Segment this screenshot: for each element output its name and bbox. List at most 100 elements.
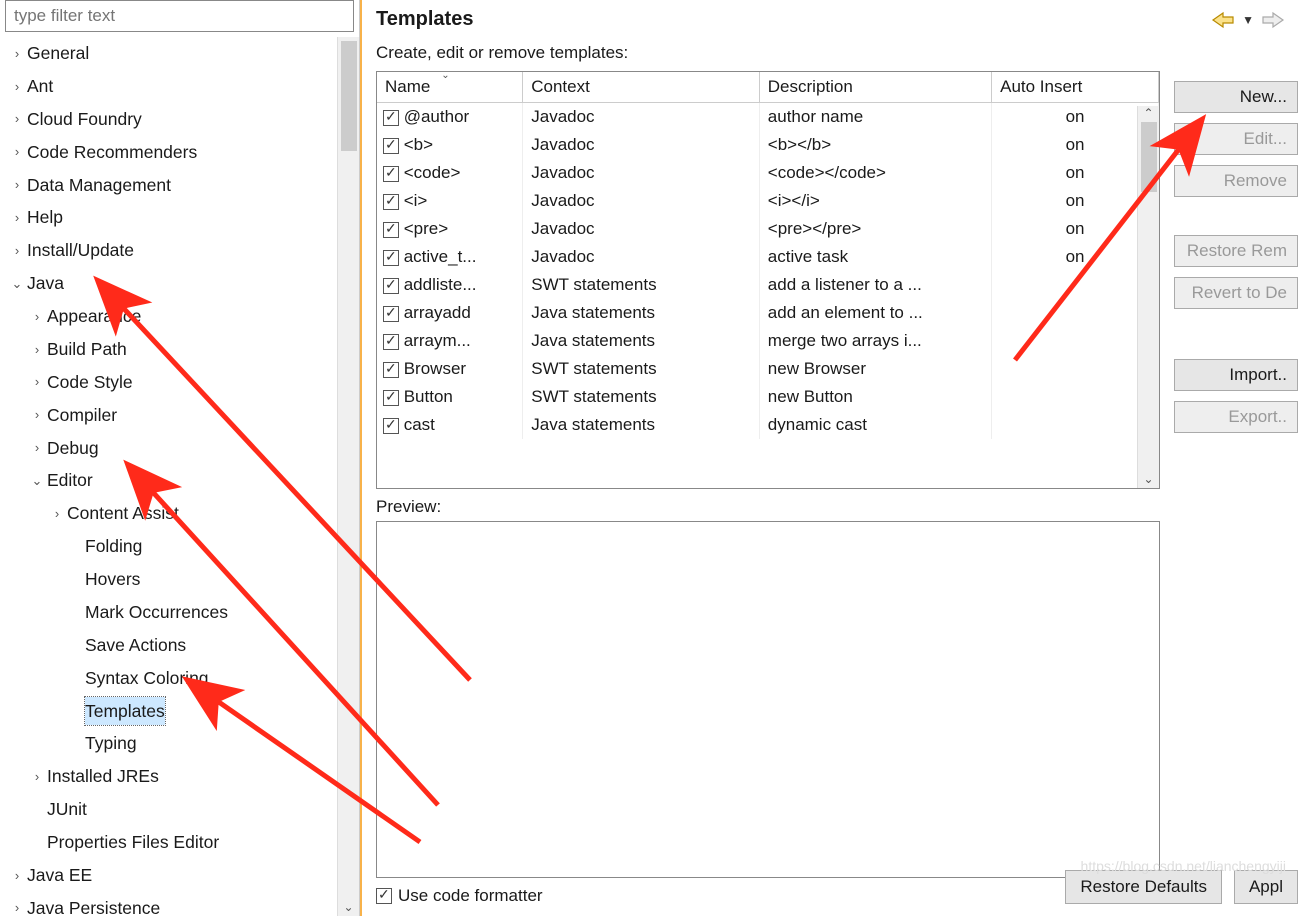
cell-name: active_t...	[399, 247, 476, 266]
scroll-down-arrow-icon[interactable]: ⌄	[343, 900, 353, 914]
expand-closed-icon[interactable]: ›	[10, 108, 24, 129]
tree-item-general[interactable]: ›General	[0, 37, 339, 70]
tree-item-install-update[interactable]: ›Install/Update	[0, 234, 339, 267]
import-button[interactable]: Import..	[1174, 359, 1298, 391]
tree-item-java[interactable]: ⌄Java	[0, 267, 339, 300]
tree-item-folding[interactable]: Folding	[0, 530, 339, 563]
table-row[interactable]: <i>Javadoc<i></i>on	[377, 187, 1159, 215]
expand-closed-icon[interactable]: ›	[50, 503, 64, 524]
tree-item-java-persistence[interactable]: ›Java Persistence	[0, 892, 339, 916]
back-arrow-icon[interactable]	[1210, 10, 1236, 30]
expand-closed-icon[interactable]: ›	[30, 766, 44, 787]
revert-button[interactable]: Revert to De	[1174, 277, 1298, 309]
expand-closed-icon[interactable]: ›	[10, 240, 24, 261]
row-checkbox[interactable]	[383, 390, 399, 406]
cell-auto-insert	[992, 271, 1159, 299]
expand-closed-icon[interactable]: ›	[10, 76, 24, 97]
table-row[interactable]: <b>Javadoc<b></b>on	[377, 131, 1159, 159]
restore-removed-button[interactable]: Restore Rem	[1174, 235, 1298, 267]
apply-button[interactable]: Appl	[1234, 870, 1298, 904]
cell-description: author name	[759, 103, 991, 132]
table-row[interactable]: ButtonSWT statementsnew Button	[377, 383, 1159, 411]
scroll-up-arrow-icon[interactable]: ⌃	[1138, 106, 1159, 120]
tree-item-mark-occurrences[interactable]: Mark Occurrences	[0, 596, 339, 629]
row-checkbox[interactable]	[383, 250, 399, 266]
tree-item-code-recommenders[interactable]: ›Code Recommenders	[0, 136, 339, 169]
row-checkbox[interactable]	[383, 278, 399, 294]
expand-closed-icon[interactable]: ›	[10, 43, 24, 64]
dropdown-arrow-icon[interactable]: ▼	[1242, 13, 1254, 27]
table-row[interactable]: active_t...Javadocactive taskon	[377, 243, 1159, 271]
tree-item-compiler[interactable]: ›Compiler	[0, 399, 339, 432]
row-checkbox[interactable]	[383, 306, 399, 322]
scrollbar-thumb[interactable]	[341, 41, 357, 151]
table-row[interactable]: BrowserSWT statementsnew Browser	[377, 355, 1159, 383]
expand-closed-icon[interactable]: ›	[30, 404, 44, 425]
table-row[interactable]: arrayaddJava statementsadd an element to…	[377, 299, 1159, 327]
col-description[interactable]: Description	[759, 72, 991, 103]
row-checkbox[interactable]	[383, 418, 399, 434]
tree-item-java-ee[interactable]: ›Java EE	[0, 859, 339, 892]
tree-item-properties-files-editor[interactable]: Properties Files Editor	[0, 826, 339, 859]
col-auto-insert[interactable]: Auto Insert	[992, 72, 1159, 103]
tree-item-junit[interactable]: JUnit	[0, 793, 339, 826]
tree-scrollbar[interactable]: ⌄	[337, 37, 359, 916]
row-checkbox[interactable]	[383, 334, 399, 350]
tree-item-hovers[interactable]: Hovers	[0, 563, 339, 596]
tree-item-editor[interactable]: ⌄Editor	[0, 464, 339, 497]
export-button[interactable]: Export..	[1174, 401, 1298, 433]
tree-item-typing[interactable]: Typing	[0, 727, 339, 760]
table-scrollbar[interactable]: ⌃ ⌄	[1137, 106, 1159, 488]
expand-closed-icon[interactable]: ›	[10, 207, 24, 228]
expand-closed-icon[interactable]: ›	[10, 897, 24, 916]
col-name[interactable]: Name⌄	[377, 72, 523, 103]
row-checkbox[interactable]	[383, 166, 399, 182]
tree-item-debug[interactable]: ›Debug	[0, 432, 339, 465]
col-context[interactable]: Context	[523, 72, 760, 103]
row-checkbox[interactable]	[383, 362, 399, 378]
use-formatter-checkbox[interactable]	[376, 888, 392, 904]
tree-item-build-path[interactable]: ›Build Path	[0, 333, 339, 366]
new-button[interactable]: New...	[1174, 81, 1298, 113]
tree-item-data-management[interactable]: ›Data Management	[0, 169, 339, 202]
row-checkbox[interactable]	[383, 222, 399, 238]
table-row[interactable]: <pre>Javadoc<pre></pre>on	[377, 215, 1159, 243]
tree-item-syntax-coloring[interactable]: Syntax Coloring	[0, 662, 339, 695]
expand-closed-icon[interactable]: ›	[30, 339, 44, 360]
expand-open-icon[interactable]: ⌄	[10, 273, 24, 294]
row-checkbox[interactable]	[383, 194, 399, 210]
filter-input[interactable]	[5, 0, 354, 32]
expand-closed-icon[interactable]: ›	[30, 371, 44, 392]
tree-item-save-actions[interactable]: Save Actions	[0, 629, 339, 662]
expand-open-icon[interactable]: ⌄	[30, 470, 44, 491]
restore-defaults-button[interactable]: Restore Defaults	[1065, 870, 1222, 904]
table-row[interactable]: addliste...SWT statementsadd a listener …	[377, 271, 1159, 299]
tree-item-help[interactable]: ›Help	[0, 201, 339, 234]
expand-closed-icon[interactable]: ›	[30, 437, 44, 458]
cell-auto-insert	[992, 383, 1159, 411]
tree-item-installed-jres[interactable]: ›Installed JREs	[0, 760, 339, 793]
expand-closed-icon[interactable]: ›	[10, 865, 24, 886]
row-checkbox[interactable]	[383, 138, 399, 154]
tree-item-appearance[interactable]: ›Appearance	[0, 300, 339, 333]
remove-button[interactable]: Remove	[1174, 165, 1298, 197]
table-row[interactable]: castJava statementsdynamic cast	[377, 411, 1159, 439]
expand-closed-icon[interactable]: ›	[10, 174, 24, 195]
tree-item-ant[interactable]: ›Ant	[0, 70, 339, 103]
scroll-down-arrow-icon[interactable]: ⌄	[1138, 472, 1159, 486]
scrollbar-thumb[interactable]	[1141, 122, 1157, 192]
edit-button[interactable]: Edit...	[1174, 123, 1298, 155]
tree-item-templates[interactable]: Templates	[0, 695, 339, 728]
templates-table[interactable]: Name⌄ Context Description Auto Insert @a…	[376, 71, 1160, 489]
expand-closed-icon[interactable]: ›	[10, 141, 24, 162]
tree-item-cloud-foundry[interactable]: ›Cloud Foundry	[0, 103, 339, 136]
preferences-tree[interactable]: ›General›Ant›Cloud Foundry›Code Recommen…	[0, 37, 359, 916]
tree-item-content-assist[interactable]: ›Content Assist	[0, 497, 339, 530]
forward-arrow-icon[interactable]	[1260, 10, 1286, 30]
expand-closed-icon[interactable]: ›	[30, 306, 44, 327]
row-checkbox[interactable]	[383, 110, 399, 126]
table-row[interactable]: @authorJavadocauthor nameon	[377, 103, 1159, 132]
table-row[interactable]: <code>Javadoc<code></code>on	[377, 159, 1159, 187]
table-row[interactable]: arraym...Java statementsmerge two arrays…	[377, 327, 1159, 355]
tree-item-code-style[interactable]: ›Code Style	[0, 366, 339, 399]
